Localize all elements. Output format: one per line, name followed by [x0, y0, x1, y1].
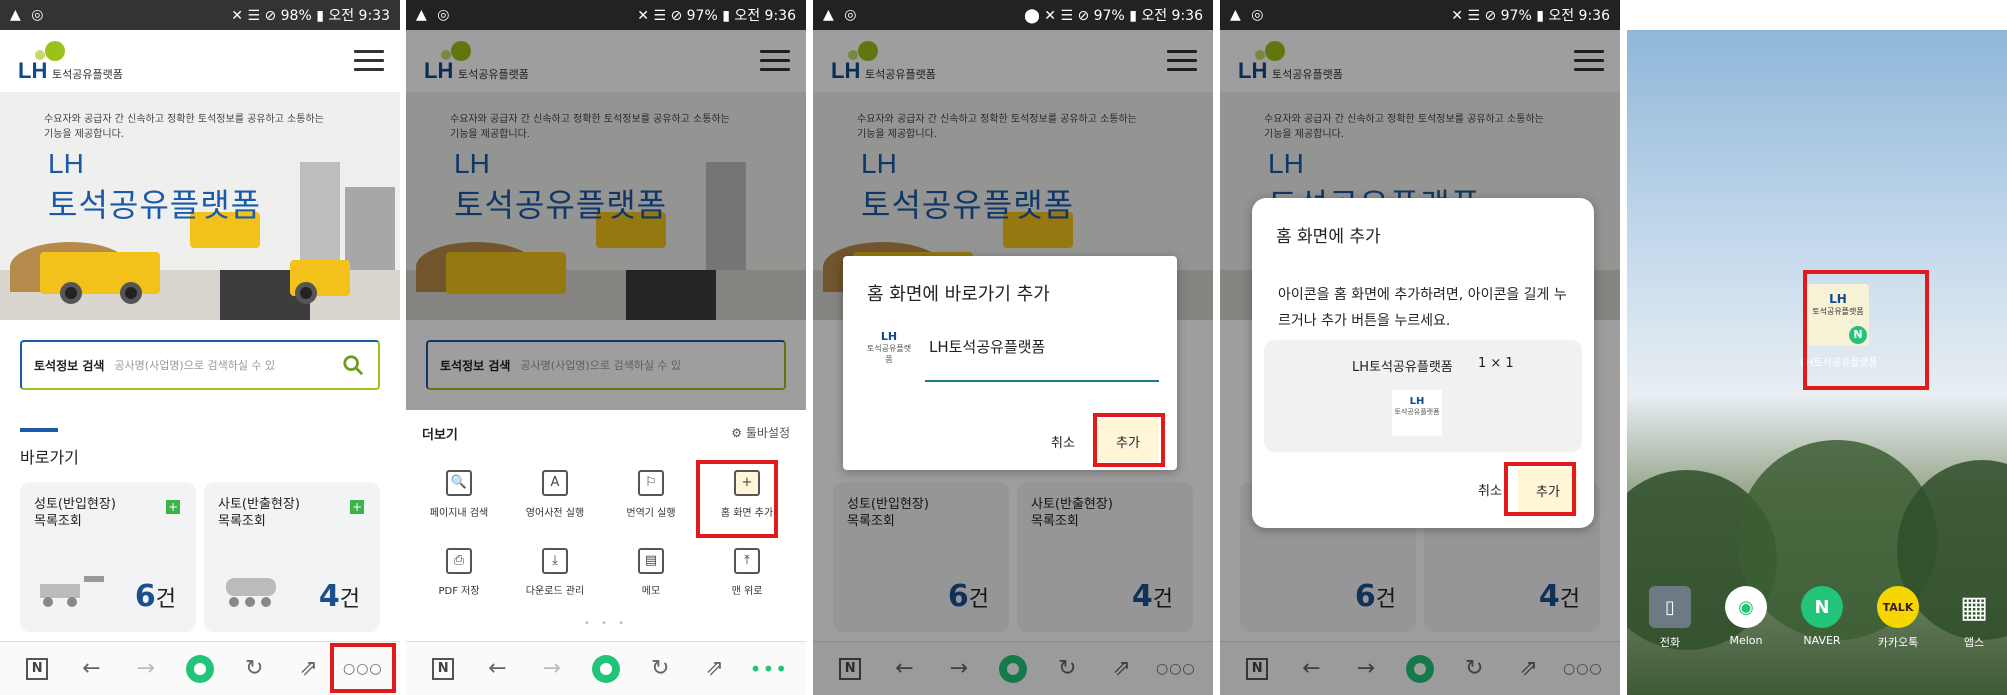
dialog-message: 아이콘을 홈 화면에 추가하려면, 아이콘을 길게 누르거나 추가 버튼을 누르… — [1278, 287, 1567, 329]
card-fill-sites[interactable]: 성토(반입현장) 목록조회 + 6건 — [20, 482, 196, 632]
site-header: LH 토석공유플랫폼 — [0, 30, 400, 92]
kakaotalk-app-icon[interactable]: TALK 카카오톡 — [1873, 586, 1923, 650]
lh-shortcut-icon[interactable]: LH 토석공유플랫폼 N — [1807, 284, 1869, 346]
search-bar[interactable]: 토석정보 검색 공사명(사업명)으로 검색하실 수 있 — [20, 340, 380, 390]
add-button[interactable]: 추가 — [1097, 420, 1159, 462]
truck-icon — [226, 578, 276, 607]
card-cut-sites[interactable]: 사토(반출현장) 목록조회 + 4건 — [204, 482, 380, 632]
app-icon: LH 토석공유플랫폼 — [866, 330, 912, 364]
phone-app-icon[interactable]: ▯ 전화 — [1645, 586, 1695, 650]
status-bar: ▲ ◎ ✕ ☰ ⊘ 97% ▮ 오전 9:36 — [406, 0, 806, 30]
hero-description: 수요자와 공급자 간 신속하고 정확한 토석정보를 공유하고 소통하는 기능을 … — [44, 114, 324, 140]
excavator-icon — [40, 576, 104, 607]
naver-badge-icon: N — [1849, 326, 1867, 344]
hamburger-menu-icon[interactable] — [354, 50, 384, 72]
find-in-page-button[interactable]: 🔍 페이지내 검색 — [414, 470, 504, 519]
cancel-button[interactable]: 취소 — [1478, 480, 1502, 499]
search-input[interactable]: 공사명(사업명)으로 검색하실 수 있 — [114, 357, 304, 373]
add-shortcut-dialog: 홈 화면에 바로가기 추가 LH 토석공유플랫폼 LH토석공유플랫폼 취소 추가 — [843, 256, 1177, 470]
pdf-icon: ⎙ — [446, 548, 472, 574]
more-menu-sheet: 더보기 ⚙ 툴바설정 🔍 페이지내 검색 A 영어사전 실행 ⚐ 번역기 실행 + 홈 … — [406, 410, 806, 641]
app-icon[interactable]: LH 토석공유플랫폼 — [1392, 390, 1442, 436]
add-button[interactable]: 추가 — [1518, 468, 1578, 512]
section-accent — [20, 428, 58, 432]
download-icon: ⤓ — [542, 548, 568, 574]
phone-screen-1: ▲ ◎ ✕ ☰ ⊘ 98% ▮ 오전 9:33 LH 토석공유플랫폼 수요자와 … — [0, 0, 400, 695]
page-indicator: • • • — [583, 618, 629, 629]
quick-links-title: 바로가기 — [20, 448, 79, 467]
download-manager-button[interactable]: ⤓ 다운로드 관리 — [510, 548, 600, 597]
browser-toolbar: N ← → ↻ ⇗ ○○○ — [0, 641, 400, 695]
refresh-button[interactable]: ↻ — [236, 651, 272, 687]
translate-icon: ⚐ — [638, 470, 664, 496]
search-icon[interactable] — [342, 354, 364, 376]
forward-button[interactable]: → — [128, 651, 164, 687]
more-button-active[interactable]: ••• — [750, 651, 787, 687]
dialog-title: 홈 화면에 바로가기 추가 — [867, 284, 1050, 305]
phone-screen-4: ▲ ◎ ✕ ☰ ⊘ 97% ▮ 오전 9:36 LH 토석공유플랫폼 수요자와 공급… — [1220, 0, 1620, 695]
plus-square-icon: + — [734, 470, 760, 496]
naver-app-icon[interactable]: N NAVER — [1797, 586, 1847, 647]
plus-icon[interactable]: + — [350, 500, 364, 514]
naver-n-icon[interactable]: N — [19, 651, 55, 687]
dialog-title: 홈 화면에 추가 — [1276, 227, 1381, 247]
translator-button[interactable]: ⚐ 번역기 실행 — [606, 470, 696, 519]
status-bar: ▲ ◎ ✕ ☰ ⊘ 98% ▮ 오전 9:33 — [0, 0, 400, 30]
home-button[interactable] — [182, 651, 218, 687]
apps-drawer-icon[interactable]: ▦ 앱스 — [1949, 586, 1999, 650]
hero-banner: 수요자와 공급자 간 신속하고 정확한 토석정보를 공유하고 소통하는 기능을 … — [0, 92, 400, 320]
add-to-home-button[interactable]: + 홈 화면 추가 — [702, 470, 792, 519]
toolbar-settings-button[interactable]: ⚙ 툴바설정 — [731, 424, 790, 441]
scroll-top-button[interactable]: ⤒ 맨 위로 — [702, 548, 792, 597]
memo-icon: ▤ — [638, 548, 664, 574]
pdf-save-button[interactable]: ⎙ PDF 저장 — [414, 548, 504, 597]
shortcut-label: LH토석공유플랫폼 — [1800, 358, 1878, 369]
cancel-button[interactable]: 취소 — [1051, 432, 1075, 451]
more-button[interactable]: ○○○ — [343, 651, 382, 687]
phone-screen-3: ▲ ◎ ⬤ ✕ ☰ ⊘ 97% ▮ 오전 9:36 LH 토석공유플랫폼 수요자와 … — [813, 0, 1213, 695]
widget-preview[interactable]: LH토석공유플랫폼 1 × 1 LH 토석공유플랫폼 — [1264, 340, 1582, 452]
dictionary-icon: A — [542, 470, 568, 496]
find-icon: 🔍 — [446, 470, 472, 496]
screenshot-strip: ▲ ◎ ✕ ☰ ⊘ 98% ▮ 오전 9:33 LH 토석공유플랫폼 수요자와 … — [0, 0, 2007, 695]
lh-logo[interactable]: LH 토석공유플랫폼 — [18, 38, 158, 84]
melon-app-icon[interactable]: ◉ Melon — [1721, 586, 1771, 647]
memo-button[interactable]: ▤ 메모 — [606, 548, 696, 597]
phone-screen-5-home: ▲ ◎ ✕ ☰ ⊘ 96% ▮ 오전 9:36 LH 토석공유플랫폼 N LH토석… — [1627, 0, 2007, 695]
phone-screen-2: ▲ ◎ ✕ ☰ ⊘ 97% ▮ 오전 9:36 LH 토석공유플랫폼 수요자와 공급… — [406, 0, 806, 695]
back-button[interactable]: ← — [73, 651, 109, 687]
arrow-up-icon: ⤒ — [734, 548, 760, 574]
share-button[interactable]: ⇗ — [291, 651, 327, 687]
hero-title: 토석공유플랫폼 — [48, 186, 262, 224]
plus-icon[interactable]: + — [166, 500, 180, 514]
add-to-home-dialog: 홈 화면에 추가 아이콘을 홈 화면에 추가하려면, 아이콘을 길게 누르거나 … — [1252, 198, 1594, 528]
shortcut-name-input[interactable]: LH토석공유플랫폼 — [929, 336, 1045, 357]
dictionary-button[interactable]: A 영어사전 실행 — [510, 470, 600, 519]
hero-title-lh: LH — [48, 148, 84, 179]
